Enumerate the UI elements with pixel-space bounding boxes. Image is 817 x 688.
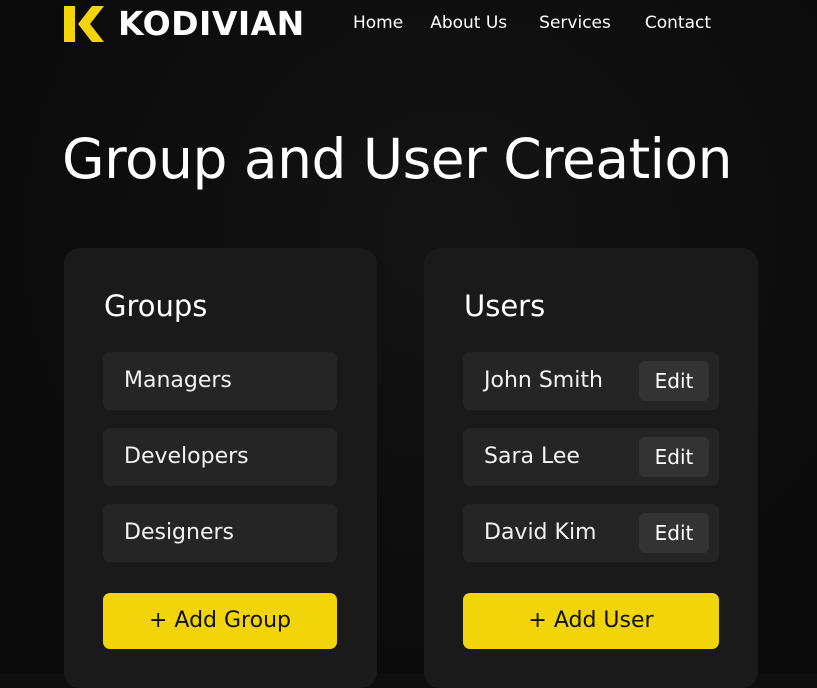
add-group-button[interactable]: + Add Group [103,593,337,649]
group-item-designers[interactable]: Designers [103,504,337,562]
nav-link-services[interactable]: Services [539,12,611,34]
main-nav: Home About Us Services Contact [353,12,711,34]
group-item-developers[interactable]: Developers [103,428,337,486]
user-item-david-kim: David Kim Edit [463,504,719,562]
edit-user-button[interactable]: Edit [639,513,709,553]
user-name: John Smith [484,368,603,393]
edit-user-button[interactable]: Edit [639,437,709,477]
add-user-button[interactable]: + Add User [463,593,719,649]
user-item-sara-lee: Sara Lee Edit [463,428,719,486]
user-name: Sara Lee [484,444,580,469]
site-header: KODIVIAN Home About Us Services Contact [0,0,817,50]
brand-logo-link[interactable]: KODIVIAN [64,6,305,42]
nav-link-contact[interactable]: Contact [645,12,711,34]
user-item-john-smith: John Smith Edit [463,352,719,410]
edit-user-button[interactable]: Edit [639,361,709,401]
group-item-label: Managers [124,368,232,393]
group-item-managers[interactable]: Managers [103,352,337,410]
users-heading: Users [464,289,546,323]
group-item-label: Designers [124,520,234,545]
groups-heading: Groups [104,289,208,323]
users-panel: Users John Smith Edit Sara Lee Edit Davi… [424,248,758,688]
brand-name: KODIVIAN [118,4,305,43]
nav-link-home[interactable]: Home [353,12,403,34]
group-item-label: Developers [124,444,249,469]
kodivian-k-logo-icon [64,6,104,42]
user-name: David Kim [484,520,597,545]
page-title: Group and User Creation [62,127,732,191]
groups-panel: Groups Managers Developers Designers + A… [64,248,377,688]
nav-link-about-us[interactable]: About Us [430,12,507,34]
